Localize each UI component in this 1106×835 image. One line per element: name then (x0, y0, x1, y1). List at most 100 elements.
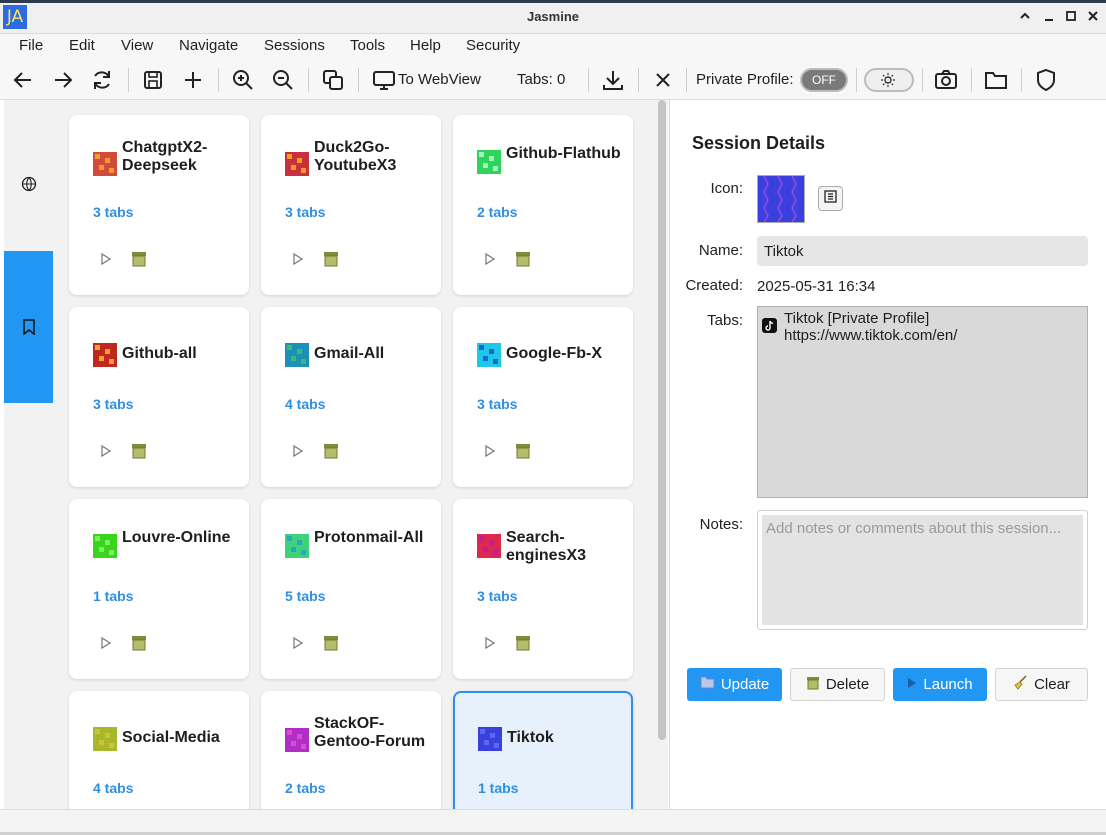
trash-icon[interactable] (131, 635, 147, 651)
play-icon[interactable] (291, 252, 305, 266)
private-profile-toggle[interactable]: OFF (800, 68, 848, 92)
session-card[interactable]: Protonmail-All 5 tabs (261, 499, 441, 679)
zoom-out-icon[interactable] (270, 67, 296, 93)
change-icon-button[interactable] (818, 186, 843, 211)
tab-entry-url: https://www.tiktok.com/en/ (784, 327, 958, 344)
menu-navigate[interactable]: Navigate (179, 37, 238, 54)
menu-sessions[interactable]: Sessions (264, 37, 325, 54)
session-card[interactable]: ChatgptX2-Deepseek 3 tabs (69, 115, 249, 295)
session-icon (477, 150, 501, 174)
session-name-input[interactable] (757, 236, 1088, 266)
left-rail (4, 100, 53, 809)
play-icon[interactable] (291, 444, 305, 458)
session-tab-count: 3 tabs (477, 396, 518, 412)
collapse-icon[interactable] (1016, 8, 1034, 26)
close-window-icon[interactable] (1084, 8, 1102, 26)
toolbar-separator (856, 68, 857, 92)
play-icon[interactable] (291, 636, 305, 650)
menu-tools[interactable]: Tools (350, 37, 385, 54)
menu-file[interactable]: File (19, 37, 43, 54)
status-bar (0, 809, 1106, 835)
tab-entry-title: Tiktok [Private Profile] (784, 310, 930, 327)
trash-icon[interactable] (323, 635, 339, 651)
session-icon (285, 534, 309, 558)
maximize-icon[interactable] (1062, 8, 1080, 26)
folder-icon[interactable] (983, 67, 1009, 93)
session-card[interactable]: Tiktok 1 tabs (453, 691, 633, 809)
forward-icon[interactable] (50, 67, 76, 93)
trash-icon[interactable] (323, 443, 339, 459)
bookmark-icon[interactable] (4, 251, 53, 403)
play-icon[interactable] (99, 252, 113, 266)
menu-view[interactable]: View (121, 37, 153, 54)
tabs-list[interactable]: Tiktok [Private Profile] https://www.tik… (757, 306, 1088, 498)
trash-icon[interactable] (515, 251, 531, 267)
session-card[interactable]: Louvre-Online 1 tabs (69, 499, 249, 679)
play-icon[interactable] (99, 636, 113, 650)
scrollbar-thumb[interactable] (658, 100, 666, 740)
session-name: ChatgptX2-Deepseek (122, 139, 208, 174)
globe-icon[interactable] (4, 162, 53, 206)
session-card[interactable]: Google-Fb-X 3 tabs (453, 307, 633, 487)
delete-button[interactable]: Delete (790, 668, 885, 701)
session-tab-count: 1 tabs (478, 780, 519, 796)
session-name: Github-all (122, 345, 197, 362)
session-name: Social-Media (122, 729, 220, 746)
session-icon (478, 727, 502, 751)
clear-button[interactable]: Clear (995, 668, 1088, 701)
session-icon-preview[interactable] (757, 175, 805, 223)
to-webview-button[interactable]: To WebView (398, 71, 481, 88)
play-icon[interactable] (483, 444, 497, 458)
shield-icon[interactable] (1033, 67, 1059, 93)
menu-edit[interactable]: Edit (69, 37, 95, 54)
monitor-icon[interactable] (371, 67, 397, 93)
session-name: Tiktok (507, 729, 554, 746)
session-card[interactable]: StackOF-Gentoo-Forum 2 tabs (261, 691, 441, 809)
launch-button[interactable]: Launch (893, 668, 987, 701)
toolbar-separator (1021, 68, 1022, 92)
zoom-in-icon[interactable] (230, 67, 256, 93)
session-tab-count: 4 tabs (285, 396, 326, 412)
session-tab-count: 2 tabs (285, 780, 326, 796)
back-icon[interactable] (10, 67, 36, 93)
session-icon (285, 343, 309, 367)
save-icon[interactable] (140, 67, 166, 93)
trash-icon[interactable] (515, 443, 531, 459)
copy-icon[interactable] (320, 67, 346, 93)
update-button[interactable]: Update (687, 668, 782, 701)
session-card[interactable]: Social-Media 4 tabs (69, 691, 249, 809)
trash-icon[interactable] (131, 443, 147, 459)
reload-icon[interactable] (89, 67, 115, 93)
trash-icon[interactable] (323, 251, 339, 267)
trash-icon[interactable] (131, 251, 147, 267)
session-details-panel: Session Details Icon: Name: Created: 202… (669, 100, 1106, 809)
icon-label: Icon: (710, 180, 743, 197)
launch-label: Launch (923, 676, 973, 693)
tiktok-icon (762, 318, 777, 333)
close-icon[interactable] (650, 67, 676, 93)
menu-bar: File Edit View Navigate Sessions Tools H… (0, 34, 1106, 60)
session-card[interactable]: Gmail-All 4 tabs (261, 307, 441, 487)
play-icon[interactable] (483, 252, 497, 266)
session-card[interactable]: Github-all 3 tabs (69, 307, 249, 487)
broom-icon (1013, 675, 1028, 694)
camera-icon[interactable] (933, 67, 959, 93)
session-card[interactable]: Duck2Go-YoutubeX3 3 tabs (261, 115, 441, 295)
menu-security[interactable]: Security (466, 37, 520, 54)
session-tab-count: 3 tabs (477, 588, 518, 604)
trash-icon[interactable] (515, 635, 531, 651)
download-icon[interactable] (600, 67, 626, 93)
play-icon[interactable] (99, 444, 113, 458)
sessions-scrollbar[interactable] (656, 100, 668, 809)
theme-toggle[interactable] (864, 68, 914, 92)
play-icon[interactable] (483, 636, 497, 650)
toolbar-separator (588, 68, 589, 92)
session-icon (477, 343, 501, 367)
notes-textarea[interactable] (762, 515, 1083, 625)
menu-help[interactable]: Help (410, 37, 441, 54)
minimize-icon[interactable] (1040, 8, 1058, 26)
name-label: Name: (698, 242, 743, 259)
session-card[interactable]: Github-Flathub 2 tabs (453, 115, 633, 295)
add-icon[interactable] (180, 67, 206, 93)
session-card[interactable]: Search-enginesX3 3 tabs (453, 499, 633, 679)
